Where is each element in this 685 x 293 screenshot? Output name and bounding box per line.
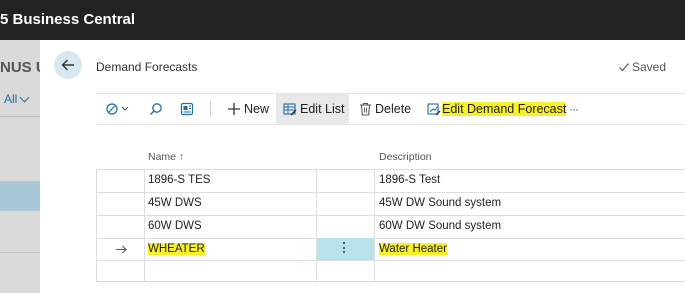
grid-line — [374, 169, 375, 282]
edit-list-icon — [283, 103, 297, 116]
edit-list-button[interactable]: Edit List — [276, 94, 349, 124]
action-bar: New Edit List Delete Edit Demand Forecas… — [96, 93, 685, 125]
row-description-cell[interactable]: 45W DW Sound system — [379, 197, 501, 209]
share-button[interactable] — [176, 94, 198, 124]
edit-demand-forecast-button[interactable]: Edit Demand Forecast — [424, 94, 567, 124]
edit-demand-forecast-label: Edit Demand Forecast — [442, 102, 567, 116]
grid-line — [96, 238, 685, 239]
edit-forecast-icon — [427, 103, 441, 116]
row-description-cell[interactable]: 60W DW Sound system — [379, 220, 501, 232]
background-divider — [0, 116, 40, 117]
filter-all-label: All — [4, 92, 18, 106]
column-header-description[interactable]: Description — [379, 151, 432, 163]
save-status: Saved — [618, 60, 666, 74]
row-description-cell[interactable]: Water Heater — [379, 243, 447, 255]
edit-list-button-label: Edit List — [300, 102, 345, 116]
share-icon — [180, 102, 194, 116]
filter-pane-icon — [106, 103, 129, 115]
grid-line — [96, 260, 685, 261]
row-name-cell[interactable]: 1896-S TES — [148, 174, 210, 186]
row-name-cell[interactable]: 45W DWS — [148, 197, 202, 209]
more-icon: ··· — [569, 102, 579, 116]
background-page-title: NUS U — [0, 59, 40, 76]
column-header-name[interactable]: Name ↑ — [148, 151, 184, 163]
top-bar: 5 Business Central — [0, 0, 685, 40]
grid-line — [316, 169, 317, 282]
more-options-button[interactable]: ··· — [569, 94, 587, 124]
new-button-label: New — [244, 102, 270, 116]
chevron-down-icon — [19, 92, 30, 103]
search-icon — [149, 103, 162, 116]
row-actions-button[interactable] — [317, 238, 374, 260]
new-button[interactable]: New — [220, 94, 272, 124]
toolbar-divider — [210, 101, 211, 117]
page-title: Demand Forecasts — [96, 60, 198, 74]
sort-ascending-icon: ↑ — [178, 151, 185, 163]
grid-line — [96, 169, 685, 170]
app-title: 5 Business Central — [0, 11, 136, 28]
grid-line — [96, 281, 685, 282]
plus-icon — [228, 103, 240, 115]
delete-button[interactable]: Delete — [355, 94, 415, 124]
grid-line — [144, 169, 145, 282]
back-arrow-icon — [61, 59, 74, 71]
delete-button-label: Delete — [375, 102, 412, 116]
row-selection-arrow-icon — [116, 245, 127, 254]
row-description-cell[interactable]: 1896-S Test — [379, 174, 440, 186]
row-actions-icon — [343, 242, 346, 256]
grid-line — [96, 192, 685, 193]
background-list-page: NUS U All — [0, 40, 40, 293]
background-divider — [0, 252, 40, 253]
save-status-label: Saved — [631, 60, 666, 74]
search-button[interactable] — [146, 94, 166, 124]
filter-pane-button[interactable] — [104, 94, 136, 124]
demand-forecasts-panel: Demand Forecasts Saved New Edit List Del… — [40, 40, 685, 293]
column-header-name-label: Name — [148, 151, 177, 163]
checkmark-icon — [619, 63, 629, 72]
grid-line — [96, 215, 685, 216]
back-button[interactable] — [54, 51, 82, 79]
row-name-cell[interactable]: 60W DWS — [148, 220, 202, 232]
demand-forecasts-list: 1896-S TES 1896-S Test 45W DWS 45W DW So… — [96, 169, 685, 282]
grid-line — [96, 169, 97, 282]
background-filter-all[interactable]: All — [4, 92, 30, 106]
background-selected-row — [0, 181, 40, 211]
delete-icon — [360, 102, 371, 116]
row-name-cell[interactable]: WHEATER — [148, 243, 205, 255]
